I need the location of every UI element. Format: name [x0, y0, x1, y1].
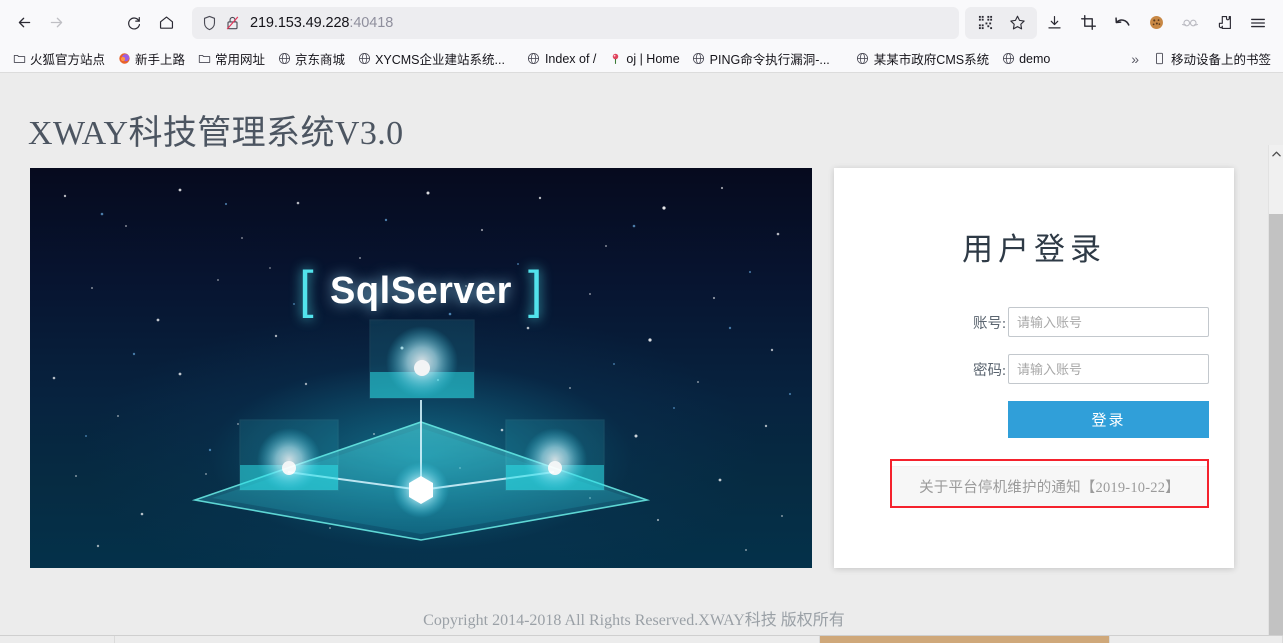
pin-icon — [608, 52, 622, 66]
shield-icon[interactable] — [202, 15, 217, 31]
cube-network-illustration — [191, 319, 651, 541]
globe-icon — [357, 52, 371, 66]
bookmark-label: demo — [1019, 51, 1051, 66]
globe-icon — [692, 52, 706, 66]
page-viewport: XWAY科技管理系统V3.0 [SqlServer] 用户登录 账号: 请输… — [0, 73, 1283, 643]
globe-icon — [277, 52, 291, 66]
crop-icon[interactable] — [1071, 7, 1105, 39]
page-title: XWAY科技管理系统V3.0 — [28, 115, 404, 152]
bookmark-item[interactable]: 新手上路 — [111, 47, 191, 70]
taskbar-segment[interactable] — [1110, 636, 1283, 643]
mobile-device-icon — [1153, 52, 1167, 66]
scrollbar-thumb[interactable] — [1269, 214, 1283, 643]
bookmark-label: Index of / — [544, 51, 597, 66]
bookmark-label: 某某市政府CMS系统 — [873, 53, 990, 67]
bookmark-label: 移动设备上的书签 — [1170, 53, 1271, 67]
login-card: 用户登录 账号: 密码: 登录 关于平台停机维护的通知【2019-10-22】 — [834, 168, 1234, 568]
globe-icon — [527, 52, 541, 66]
sqlserver-banner: [SqlServer] — [30, 168, 812, 568]
bookmark-label: oj | Home — [626, 51, 680, 66]
bookmark-label: 火狐官方站点 — [30, 53, 106, 67]
cookie-icon[interactable] — [1139, 7, 1173, 39]
taskbar-segment[interactable] — [820, 636, 1110, 643]
scrollbar-up-arrow[interactable] — [1269, 145, 1283, 162]
bookmark-item[interactable]: XYCMS企业建站系统... — [351, 47, 511, 70]
address-bar[interactable]: 219.153.49.228:40418 — [192, 6, 959, 39]
maintenance-notice-link[interactable]: 关于平台停机维护的通知【2019-10-22】 — [919, 476, 1180, 497]
os-taskbar — [0, 635, 1283, 643]
browser-chrome: 219.153.49.228:40418 火狐官方站点 新手上路 常用网址 京东… — [0, 0, 1283, 73]
undo-arrow-icon[interactable] — [1105, 7, 1139, 39]
page-content: XWAY科技管理系统V3.0 [SqlServer] 用户登录 账号: 请输… — [0, 73, 1268, 643]
folder-icon — [12, 52, 26, 66]
bookmark-label: XYCMS企业建站系统... — [375, 53, 505, 67]
bookmark-label: 常用网址 — [215, 53, 266, 67]
password-field-row: 密码: — [859, 354, 1209, 384]
navigation-toolbar: 219.153.49.228:40418 — [0, 0, 1283, 45]
browser-toolbar-actions — [1037, 7, 1275, 39]
bookmark-label: 新手上路 — [135, 53, 186, 67]
bookmarks-overflow-button[interactable]: » — [1123, 49, 1147, 69]
hamburger-menu-icon[interactable] — [1241, 7, 1275, 39]
page-footer: Copyright 2014-2018 All Rights Reserved.… — [423, 612, 845, 629]
bookmark-item[interactable]: 京东商城 — [271, 47, 351, 70]
login-heading: 用户登录 — [962, 232, 1106, 267]
bookmark-item[interactable]: PING命令执行漏洞-... — [686, 47, 836, 70]
qrcode-icon[interactable] — [969, 7, 1001, 39]
login-form: 账号: 密码: 登录 关于平台停机维护的通知【2019-10-22】 — [834, 269, 1234, 508]
url-text: 219.153.49.228:40418 — [250, 14, 394, 31]
firefox-icon — [117, 52, 131, 66]
lock-crossed-icon[interactable] — [225, 15, 240, 31]
maintenance-notice-inner: 关于平台停机维护的通知【2019-10-22】 — [892, 466, 1207, 506]
back-button[interactable] — [8, 7, 40, 39]
account-input[interactable] — [1008, 307, 1209, 337]
bookmark-label: 京东商城 — [295, 53, 346, 67]
account-field-row: 账号: — [859, 307, 1209, 337]
page-scrollbar[interactable] — [1268, 145, 1283, 643]
password-label: 密码: — [972, 362, 1006, 379]
chain-link-icon[interactable] — [1173, 7, 1207, 39]
bookmark-item[interactable]: 某某市政府CMS系统 — [850, 47, 995, 70]
globe-icon — [1001, 52, 1015, 66]
forward-button[interactable] — [40, 7, 72, 39]
reload-button[interactable] — [118, 7, 150, 39]
bookmark-item[interactable]: demo — [995, 50, 1056, 68]
taskbar-segment[interactable] — [115, 636, 820, 643]
globe-icon — [856, 52, 870, 66]
bookmark-item[interactable]: 常用网址 — [191, 47, 271, 70]
bookmark-label: PING命令执行漏洞-... — [709, 53, 830, 67]
maintenance-notice-box: 关于平台停机维护的通知【2019-10-22】 — [890, 459, 1209, 508]
taskbar-segment[interactable] — [0, 636, 115, 643]
password-input[interactable] — [1008, 354, 1209, 384]
puzzle-icon[interactable] — [1207, 7, 1241, 39]
main-content-row: [SqlServer] 用户登录 账号: 请输入账号 密码: 请输入账号 登录 … — [0, 154, 1268, 568]
bookmark-item-mobile[interactable]: 移动设备上的书签 — [1147, 47, 1277, 70]
bookmark-item[interactable]: 火狐官方站点 — [6, 47, 111, 70]
bookmarks-bar: 火狐官方站点 新手上路 常用网址 京东商城 XYCMS企业建站系统... Ind… — [0, 45, 1283, 72]
star-icon[interactable] — [1001, 7, 1033, 39]
home-button[interactable] — [150, 7, 182, 39]
address-bar-icons — [202, 15, 240, 31]
account-label: 账号: — [972, 315, 1006, 332]
bookmark-item[interactable]: Index of / — [521, 50, 602, 68]
login-button[interactable]: 登录 — [1008, 401, 1209, 438]
bookmark-item[interactable]: oj | Home — [602, 50, 685, 68]
address-bar-actions — [965, 6, 1037, 39]
download-icon[interactable] — [1037, 7, 1071, 39]
folder-icon — [197, 52, 211, 66]
